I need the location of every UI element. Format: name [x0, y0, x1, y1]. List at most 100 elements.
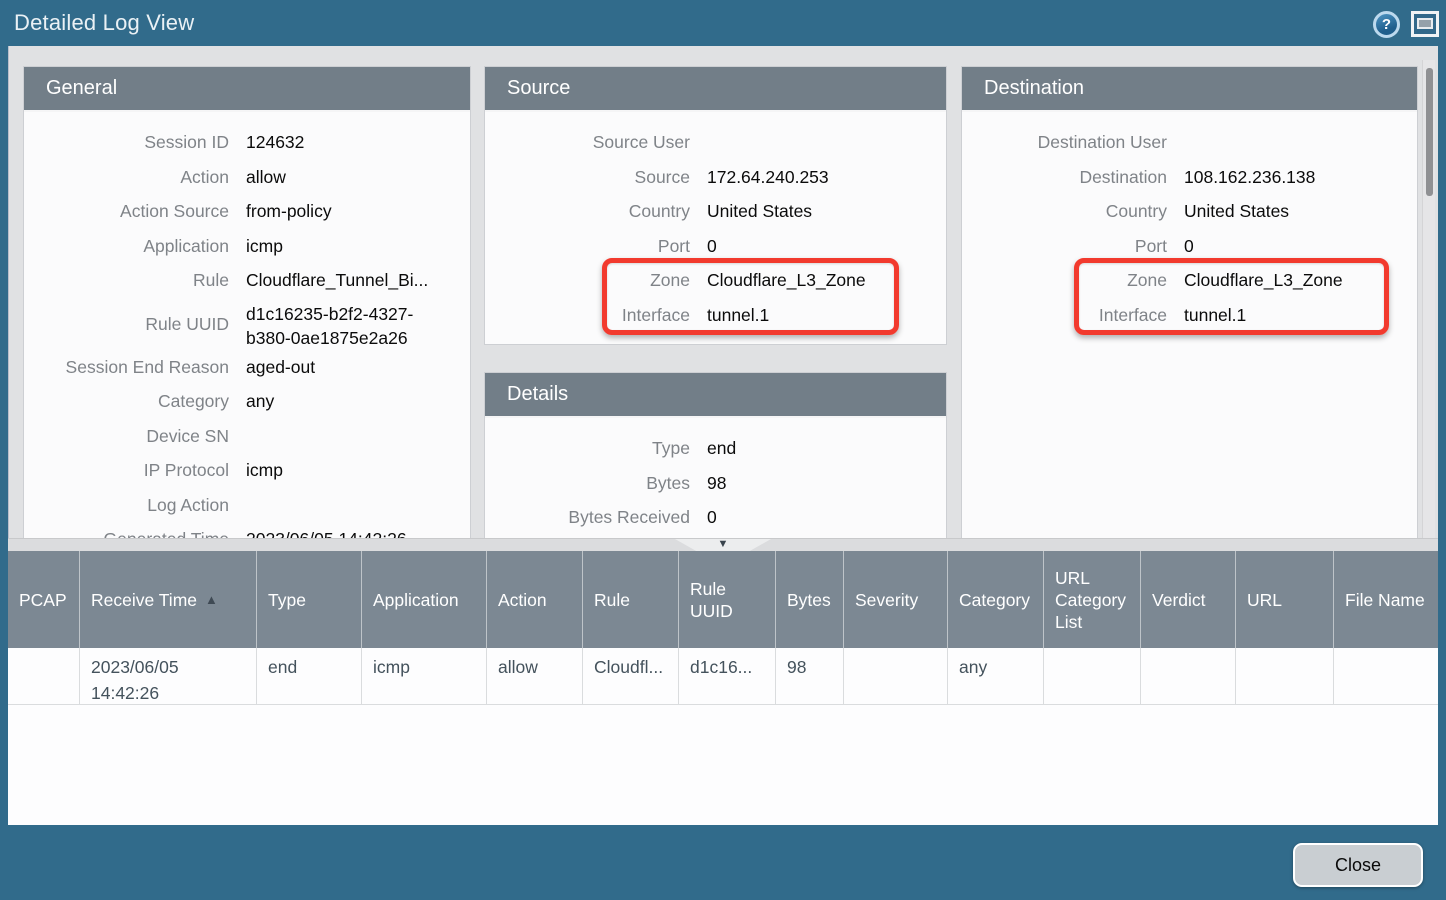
- column-header-application[interactable]: Application: [362, 551, 487, 648]
- field-value: [246, 419, 470, 454]
- field-value: 172.64.240.253: [707, 160, 946, 195]
- general-row-session-end-reason: Session End Reason aged-out: [24, 350, 470, 385]
- column-header-rule-uuid[interactable]: Rule UUID: [679, 551, 776, 648]
- column-header-severity[interactable]: Severity: [844, 551, 948, 648]
- column-label: Receive Time: [91, 589, 197, 611]
- field-label: Session End Reason: [24, 350, 229, 385]
- field-value: any: [246, 384, 470, 419]
- cell-application: icmp: [362, 648, 487, 705]
- field-label: Generated Time: [24, 522, 229, 538]
- destination-row-country: Country United States: [962, 194, 1417, 229]
- field-value: 0: [707, 229, 946, 264]
- general-row-application: Application icmp: [24, 229, 470, 264]
- destination-panel-header: Destination: [962, 67, 1417, 112]
- field-label: Zone: [962, 263, 1167, 298]
- column-header-receive-time[interactable]: Receive Time ▲: [80, 551, 257, 648]
- column-header-action[interactable]: Action: [487, 551, 583, 648]
- dialog-title: Detailed Log View: [14, 10, 194, 36]
- details-panel-header: Details: [485, 373, 946, 418]
- general-row-session-id: Session ID 124632: [24, 125, 470, 160]
- field-value: 98: [707, 466, 946, 501]
- field-label: Rule: [24, 263, 229, 298]
- field-label: Bytes: [485, 466, 690, 501]
- sort-ascending-icon: ▲: [205, 589, 218, 611]
- source-row-source-user: Source User: [485, 125, 946, 160]
- cell-url: [1236, 648, 1334, 705]
- general-row-category: Category any: [24, 384, 470, 419]
- field-value: United States: [707, 194, 946, 229]
- close-button[interactable]: Close: [1293, 843, 1423, 887]
- field-label: Application: [24, 229, 229, 264]
- column-label: Verdict: [1152, 589, 1206, 611]
- field-value: 2023/06/05 14:42:26: [246, 522, 470, 538]
- general-panel-header: General: [24, 67, 470, 112]
- cell-rule-uuid: d1c16...: [679, 648, 776, 705]
- column-label: File Name: [1345, 589, 1425, 611]
- column-header-rule[interactable]: Rule: [583, 551, 679, 648]
- field-label: Bytes Received: [485, 500, 690, 535]
- field-value: United States: [1184, 194, 1417, 229]
- column-label: URL Category List: [1055, 567, 1132, 633]
- field-value: d1c16235-b2f2-4327-b380-0ae1875e2a26: [246, 302, 470, 350]
- scrollbar-thumb[interactable]: [1426, 68, 1433, 196]
- field-value: 0: [707, 500, 946, 535]
- field-label: Action Source: [24, 194, 229, 229]
- cell-verdict: [1141, 648, 1236, 705]
- field-label: IP Protocol: [24, 453, 229, 488]
- field-value: from-policy: [246, 194, 470, 229]
- field-value: 0: [1184, 229, 1417, 264]
- log-table: PCAP Receive Time ▲ Type Application Acti…: [8, 551, 1438, 825]
- column-header-type[interactable]: Type: [257, 551, 362, 648]
- field-label: Source User: [485, 125, 690, 160]
- cell-type: end: [257, 648, 362, 705]
- field-value: tunnel.1: [707, 298, 946, 333]
- field-label: Port: [485, 229, 690, 264]
- column-label: Bytes: [787, 589, 831, 611]
- source-panel-body: Source User Source 172.64.240.253 Countr…: [485, 112, 946, 332]
- cell-receive-time: 2023/06/05 14:42:26: [80, 648, 257, 705]
- field-label: Log Action: [24, 488, 229, 523]
- column-label: Application: [373, 589, 459, 611]
- detail-area-scrollbar[interactable]: [1422, 60, 1435, 538]
- destination-row-zone: Zone Cloudflare_L3_Zone: [962, 263, 1417, 298]
- field-value: Cloudflare_L3_Zone: [1184, 263, 1417, 298]
- column-header-url-category-list[interactable]: URL Category List: [1044, 551, 1141, 648]
- field-value: [246, 488, 470, 523]
- window-restore-icon-inner: [1417, 18, 1433, 29]
- destination-row-interface: Interface tunnel.1: [962, 298, 1417, 333]
- destination-row-port: Port 0: [962, 229, 1417, 264]
- column-header-category[interactable]: Category: [948, 551, 1044, 648]
- source-row-port: Port 0: [485, 229, 946, 264]
- field-value: Cloudflare_L3_Zone: [707, 263, 946, 298]
- general-row-action-source: Action Source from-policy: [24, 194, 470, 229]
- cell-bytes: 98: [776, 648, 844, 705]
- panel-splitter: ▼: [8, 538, 1438, 551]
- window-restore-icon[interactable]: [1411, 11, 1439, 37]
- column-header-verdict[interactable]: Verdict: [1141, 551, 1236, 648]
- details-row-type: Type end: [485, 431, 946, 466]
- field-label: Source: [485, 160, 690, 195]
- cell-pcap: [8, 648, 80, 705]
- column-header-file-name[interactable]: File Name: [1334, 551, 1438, 648]
- field-label: Destination: [962, 160, 1167, 195]
- general-row-rule: Rule Cloudflare_Tunnel_Bi...: [24, 263, 470, 298]
- general-row-ip-protocol: IP Protocol icmp: [24, 453, 470, 488]
- column-header-bytes[interactable]: Bytes: [776, 551, 844, 648]
- log-table-row[interactable]: 2023/06/05 14:42:26 end icmp allow Cloud…: [8, 648, 1438, 705]
- field-label: Type: [485, 431, 690, 466]
- cell-category: any: [948, 648, 1044, 705]
- log-table-header: PCAP Receive Time ▲ Type Application Acti…: [8, 551, 1438, 648]
- field-value: aged-out: [246, 350, 470, 385]
- field-label: Zone: [485, 263, 690, 298]
- column-header-url[interactable]: URL: [1236, 551, 1334, 648]
- column-label: Severity: [855, 589, 918, 611]
- field-label: Country: [962, 194, 1167, 229]
- field-label: Action: [24, 160, 229, 195]
- field-label: Category: [24, 384, 229, 419]
- help-glyph: ?: [1382, 16, 1391, 33]
- general-row-action: Action allow: [24, 160, 470, 195]
- column-header-pcap[interactable]: PCAP: [8, 551, 80, 648]
- destination-panel: Destination Destination User Destination…: [961, 66, 1418, 538]
- help-icon[interactable]: ?: [1373, 11, 1400, 38]
- field-value: end: [707, 431, 946, 466]
